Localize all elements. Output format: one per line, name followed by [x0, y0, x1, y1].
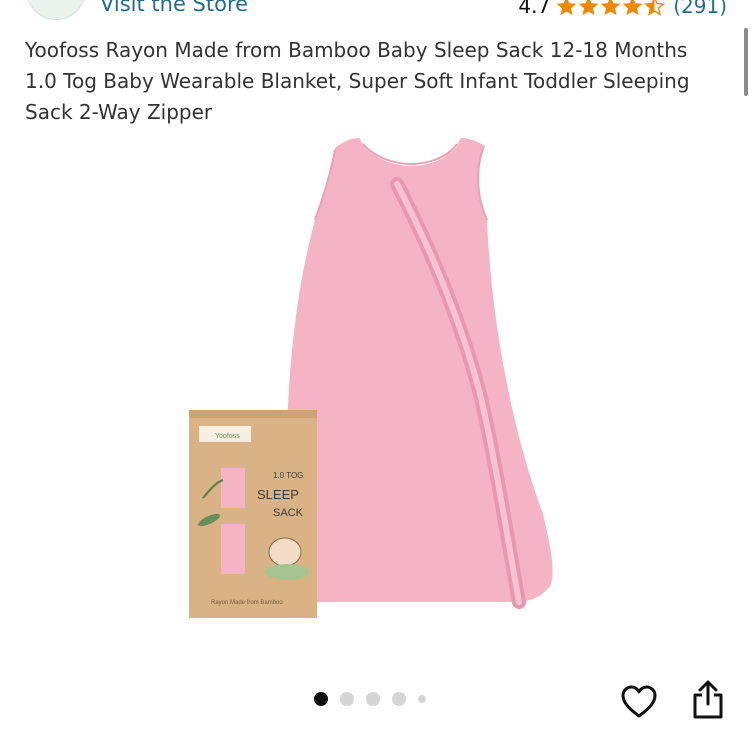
share-icon[interactable] — [690, 680, 726, 720]
carousel-dot[interactable] — [340, 692, 354, 706]
carousel-dot[interactable] — [366, 692, 380, 706]
visit-store-link[interactable]: Visit the Store — [100, 0, 248, 16]
star-icon — [600, 0, 621, 15]
box-footer-text: Rayon Made from Bamboo — [211, 600, 283, 606]
carousel-indicator[interactable] — [314, 691, 426, 707]
rating-value: 4.7 — [518, 0, 551, 18]
heart-icon[interactable] — [620, 683, 658, 721]
star-icon — [578, 0, 599, 15]
star-rating — [556, 0, 666, 17]
carousel-dot[interactable] — [418, 695, 426, 703]
scrollbar[interactable] — [744, 28, 748, 96]
star-icon — [622, 0, 643, 15]
product-image[interactable]: Yoofoss 1.0 TOG SLEEP SACK Rayon Made fr… — [175, 128, 595, 628]
carousel-dot-active[interactable] — [314, 692, 328, 706]
star-icon — [556, 0, 577, 15]
rating-count-link[interactable]: (291) — [673, 0, 727, 18]
rating-summary[interactable]: 4.7 (291) — [518, 0, 727, 20]
carousel-dot[interactable] — [392, 692, 406, 706]
box-line2-text: SACK — [273, 507, 304, 519]
box-brand-text: Yoofoss — [215, 433, 240, 440]
box-line1-text: SLEEP — [257, 487, 299, 502]
store-row: Visit the Store 4.7 (291) — [0, 0, 752, 22]
brand-logo-icon[interactable] — [26, 0, 86, 20]
box-tog-text: 1.0 TOG — [273, 471, 303, 480]
half-star-icon — [644, 0, 666, 16]
product-title: Yoofoss Rayon Made from Bamboo Baby Slee… — [25, 38, 690, 124]
